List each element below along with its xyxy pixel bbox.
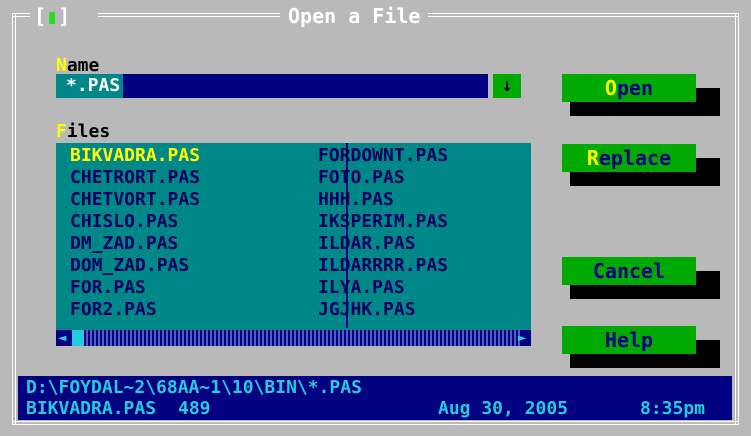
scroll-thumb[interactable] [72, 330, 84, 346]
scroll-track[interactable] [84, 330, 522, 346]
arrow-down-icon: ↓ [501, 75, 513, 96]
open-button-hotkey: O [604, 76, 617, 100]
selected-file-time: 8:35pm [640, 398, 706, 419]
close-bracket-left: [ [34, 4, 47, 28]
dialog-frame-right [735, 13, 742, 425]
file-item[interactable]: FOR2.PAS [70, 300, 157, 320]
file-item[interactable]: ILDAR.PAS [318, 234, 416, 254]
dialog-title: Open a File [280, 4, 429, 28]
selected-file-name: BIKVADRA.PAS [26, 398, 157, 419]
file-item[interactable]: JGJHK.PAS [318, 300, 416, 320]
help-button[interactable]: Help [562, 326, 696, 354]
name-label-rest: ame [66, 55, 100, 76]
open-button[interactable]: Open [562, 74, 696, 102]
current-path: D:\FOYDAL~2\68AA~1\10\BIN\*.PAS [26, 377, 362, 398]
file-item[interactable]: HHH.PAS [318, 190, 394, 210]
dialog-frame-left [12, 13, 19, 425]
replace-button-label: eplace [598, 146, 672, 170]
files-label: Files [56, 122, 110, 142]
file-item[interactable]: FOTO.PAS [318, 168, 405, 188]
file-item[interactable]: FOR.PAS [70, 278, 146, 298]
cancel-button[interactable]: Cancel [562, 257, 696, 285]
open-button-label: pen [616, 76, 654, 100]
close-bracket-right: ] [58, 4, 71, 28]
scroll-left-icon[interactable]: ◄ [58, 330, 72, 346]
file-list[interactable]: BIKVADRA.PAS CHETRORT.PAS CHETVORT.PAS C… [56, 143, 531, 346]
file-item[interactable]: CHETRORT.PAS [70, 168, 200, 188]
selected-file-size: 489 [178, 398, 211, 419]
selected-file-date: Aug 30, 2005 [438, 398, 569, 419]
file-item[interactable]: DM_ZAD.PAS [70, 234, 178, 254]
file-item[interactable]: ILYA.PAS [318, 278, 405, 298]
file-name-input[interactable]: *.PAS [56, 74, 488, 98]
file-info-panel: D:\FOYDAL~2\68AA~1\10\BIN\*.PAS BIKVADRA… [18, 376, 732, 420]
dialog-frame-bottom [12, 421, 738, 428]
history-button[interactable]: ↓ [493, 74, 521, 98]
file-item[interactable]: BIKVADRA.PAS [70, 146, 200, 166]
horizontal-scrollbar[interactable]: ◄ ► [56, 330, 531, 346]
file-name-value: *.PAS [56, 74, 124, 98]
file-item[interactable]: CHISLO.PAS [70, 212, 178, 232]
file-item[interactable]: CHETVORT.PAS [70, 190, 200, 210]
replace-button[interactable]: Replace [562, 144, 696, 172]
files-label-rest: iles [66, 121, 111, 142]
close-icon: ▮ [46, 4, 59, 28]
file-item[interactable]: DOM_ZAD.PAS [70, 256, 189, 276]
file-item[interactable]: ILDARRRR.PAS [318, 256, 448, 276]
scroll-right-icon[interactable]: ► [518, 330, 532, 346]
file-item[interactable]: FORDOWNT.PAS [318, 146, 448, 166]
close-button[interactable]: [▮] [30, 4, 98, 30]
name-label-hotkey: N [56, 55, 67, 76]
replace-button-hotkey: R [586, 146, 599, 170]
name-label: Name [56, 56, 99, 76]
file-item[interactable]: IKSPERIM.PAS [318, 212, 448, 232]
files-label-hotkey: F [56, 121, 67, 142]
